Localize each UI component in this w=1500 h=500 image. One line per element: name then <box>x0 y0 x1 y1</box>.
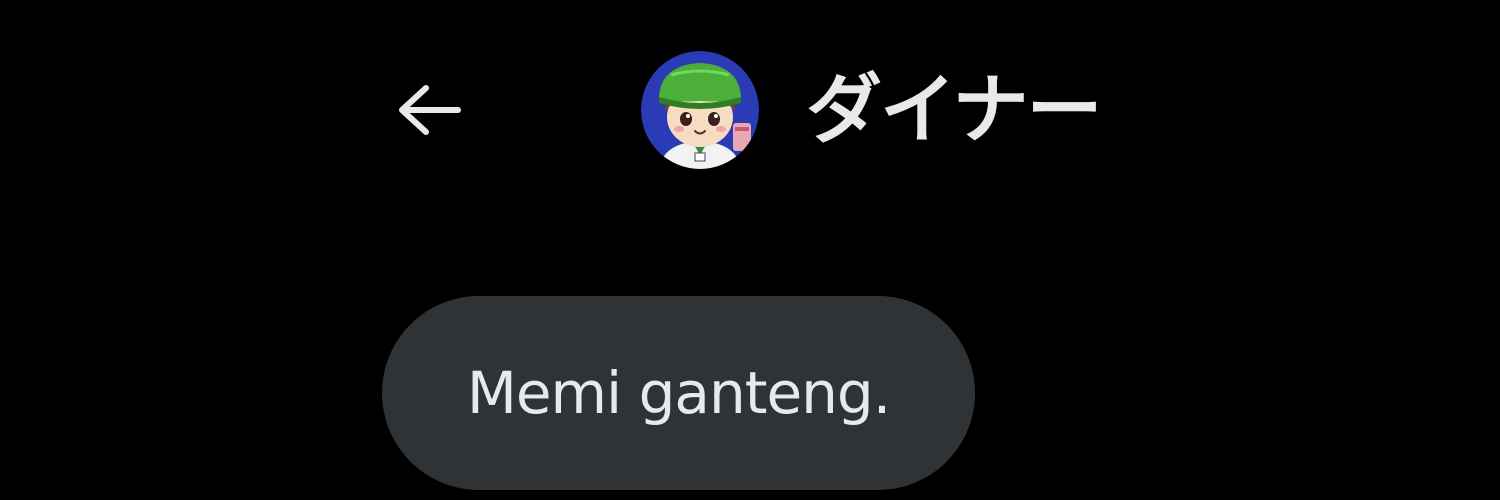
user-avatar-icon <box>641 51 759 169</box>
message-text: Memi ganteng. <box>466 359 891 427</box>
avatar[interactable] <box>641 51 759 169</box>
message-bubble[interactable]: Memi ganteng. <box>382 296 975 490</box>
display-name[interactable]: ダイナー <box>806 62 1102 158</box>
arrow-left-icon <box>399 85 461 135</box>
back-button[interactable] <box>388 74 468 146</box>
conversation-header: ダイナー <box>0 0 1500 220</box>
